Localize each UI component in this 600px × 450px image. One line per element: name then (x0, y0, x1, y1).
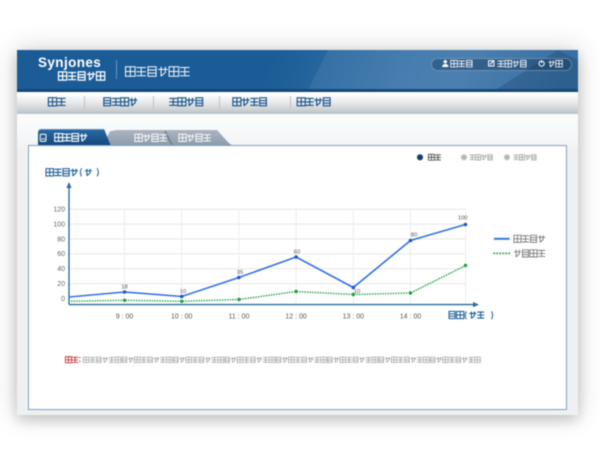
svg-text:13 : 00: 13 : 00 (343, 314, 365, 321)
svg-text:12 : 00: 12 : 00 (285, 314, 307, 321)
svg-text:10: 10 (354, 289, 360, 295)
svg-text:14 : 00: 14 : 00 (400, 314, 422, 321)
svg-text:10 : 00: 10 : 00 (171, 314, 193, 321)
svg-text:40: 40 (57, 266, 65, 273)
svg-text:10: 10 (180, 289, 186, 295)
svg-text:60: 60 (57, 251, 65, 258)
svg-text:120: 120 (53, 207, 65, 214)
svg-text:35: 35 (237, 270, 243, 276)
svg-text:20: 20 (57, 281, 65, 288)
svg-text:9 : 00: 9 : 00 (116, 314, 134, 321)
svg-text:100: 100 (458, 216, 468, 222)
svg-text:11 : 00: 11 : 00 (228, 314, 249, 321)
svg-text:18: 18 (121, 284, 127, 290)
svg-text:80: 80 (57, 236, 65, 243)
svg-text:60: 60 (294, 249, 300, 255)
svg-text:100: 100 (53, 221, 65, 228)
svg-text:0: 0 (61, 296, 65, 303)
svg-text:80: 80 (411, 233, 417, 239)
